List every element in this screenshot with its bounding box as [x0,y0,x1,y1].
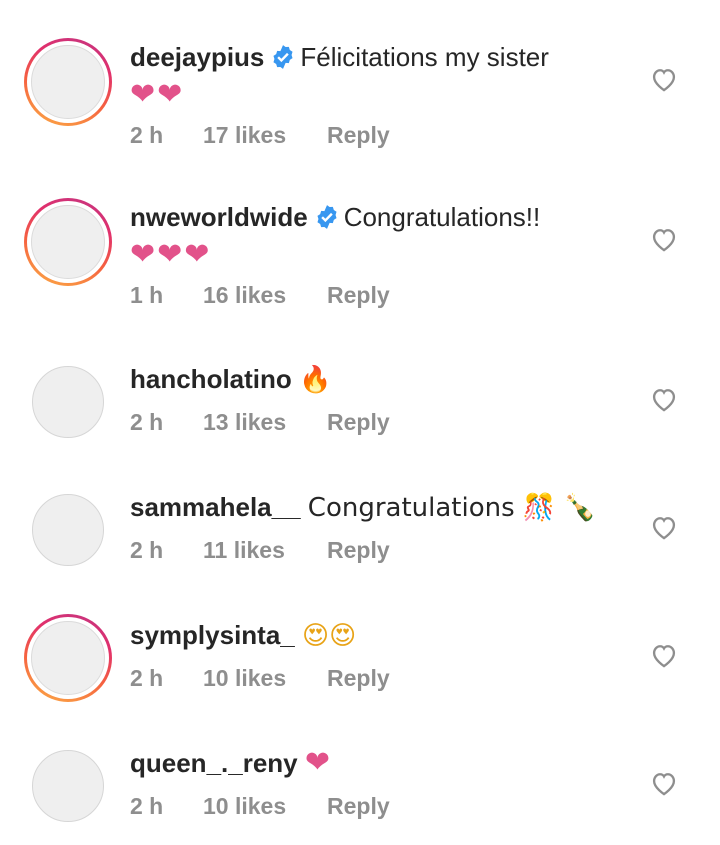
comment-text: Congratulations 🎊 🍾 [307,493,596,523]
heart-outline-icon[interactable] [650,226,678,252]
reply-button[interactable]: Reply [327,409,390,436]
comment-text: 🔥 [299,365,332,395]
reply-button[interactable]: Reply [327,665,390,692]
comment-likes[interactable]: 16 likes [203,282,327,309]
comment-username[interactable]: sammahela__ [130,492,301,522]
comment-likes[interactable]: 10 likes [203,793,327,820]
avatar-image [31,205,105,279]
reply-button[interactable]: Reply [327,122,390,149]
reply-button[interactable]: Reply [327,537,390,564]
comment-likes[interactable]: 13 likes [203,409,327,436]
avatar-image [32,750,104,822]
comment-username[interactable]: queen_._reny [130,748,298,778]
heart-outline-icon[interactable] [650,770,678,796]
avatar-image [32,366,104,438]
avatar[interactable] [24,198,112,286]
comment-username[interactable]: nweworldwide [130,202,308,232]
comment-time: 2 h [130,122,164,148]
comment-username[interactable]: hancholatino [130,364,292,394]
comment-text: Félicitations my sister [300,42,549,72]
heart-outline-icon[interactable] [650,642,678,668]
heart-emoji-icon: ❤❤ [130,77,185,112]
comment-time: 2 h [130,793,164,819]
avatar[interactable] [24,358,112,446]
comment-time: 2 h [130,665,164,691]
avatar[interactable] [24,486,112,574]
avatar[interactable] [24,742,112,830]
comment-likes[interactable]: 11 likes [203,537,327,564]
comment-text: 😍😍 [301,621,357,651]
verified-badge-icon [314,204,340,238]
avatar-image [31,45,105,119]
reply-button[interactable]: Reply [327,282,390,309]
comment-time: 1 h [130,282,164,308]
avatar-image [31,621,105,695]
heart-outline-icon[interactable] [650,514,678,540]
comment-likes[interactable]: 10 likes [203,665,327,692]
comment-username[interactable]: deejaypius [130,42,264,72]
comment-time: 2 h [130,409,164,435]
heart-outline-icon[interactable] [650,66,678,92]
heart-outline-icon[interactable] [650,386,678,412]
avatar-image [32,494,104,566]
comment-username[interactable]: symplysinta_ [130,620,295,650]
heart-emoji-icon: ❤❤❤ [130,237,212,272]
comment-text: ❤ [304,745,333,780]
avatar[interactable] [24,38,112,126]
reply-button[interactable]: Reply [327,793,390,820]
verified-badge-icon [270,44,296,78]
comment-text: Congratulations!! [343,202,541,232]
avatar[interactable] [24,614,112,702]
comment-time: 2 h [130,537,164,563]
comment-likes[interactable]: 17 likes [203,122,327,149]
